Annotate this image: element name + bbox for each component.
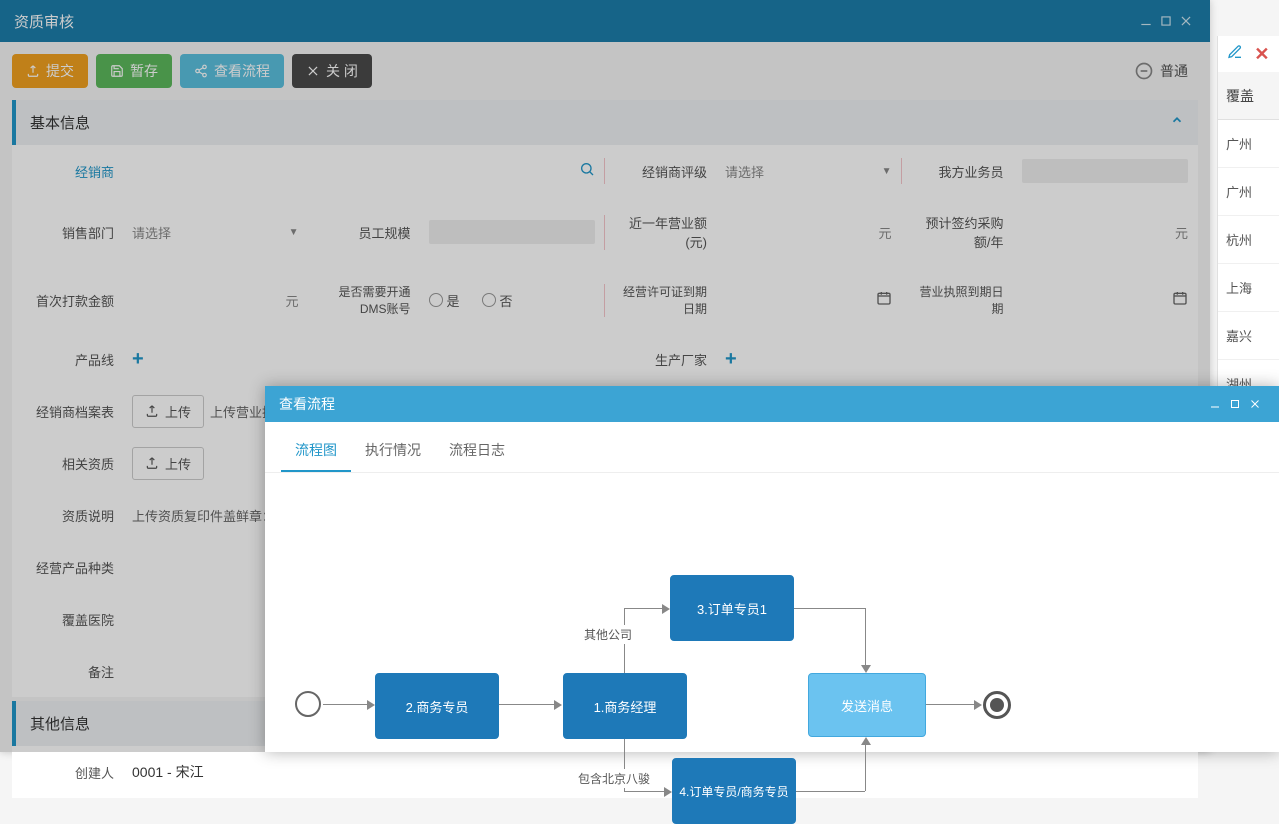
- tab-execution[interactable]: 执行情况: [351, 430, 435, 472]
- delete-icon[interactable]: ✕: [1254, 44, 1269, 65]
- flow-canvas: 2.商务专员 1.商务经理 3.订单专员1 4.订单专员/商务专员 发送消息 其…: [265, 473, 1279, 753]
- flow-dialog-titlebar: 查看流程: [265, 386, 1279, 422]
- flow-node-send-msg[interactable]: 发送消息: [808, 673, 926, 737]
- edge-label-bj: 包含北京八骏: [575, 769, 653, 788]
- tab-log[interactable]: 流程日志: [435, 430, 519, 472]
- minimize-icon[interactable]: [1205, 398, 1225, 410]
- flow-end-node: [983, 691, 1011, 719]
- flow-node-order-biz[interactable]: 4.订单专员/商务专员: [672, 758, 796, 824]
- right-col-cell[interactable]: 广州: [1218, 168, 1279, 216]
- right-col-cell[interactable]: 广州: [1218, 120, 1279, 168]
- right-col-cell[interactable]: 上海: [1218, 264, 1279, 312]
- edit-icon[interactable]: [1227, 44, 1243, 65]
- close-icon[interactable]: [1245, 398, 1265, 410]
- flow-tabs: 流程图 执行情况 流程日志: [265, 430, 1279, 473]
- flow-dialog: 查看流程 流程图 执行情况 流程日志 2.商务专员 1.商务经理 3.订单专员1…: [265, 386, 1279, 752]
- right-col-header: 覆盖: [1218, 72, 1279, 120]
- flow-node-order1[interactable]: 3.订单专员1: [670, 575, 794, 641]
- flow-dialog-title: 查看流程: [279, 394, 1205, 414]
- flow-node-biz-manager[interactable]: 1.商务经理: [563, 673, 687, 739]
- right-col-cell[interactable]: 嘉兴: [1218, 312, 1279, 360]
- creator-value: 0001 - 宋江: [132, 762, 204, 782]
- flow-node-biz-specialist[interactable]: 2.商务专员: [375, 673, 499, 739]
- right-col-cell[interactable]: 杭州: [1218, 216, 1279, 264]
- flow-start-node: [295, 691, 321, 717]
- label-creator: 创建人: [12, 746, 122, 798]
- tab-flowchart[interactable]: 流程图: [281, 430, 351, 472]
- edge-label-other: 其他公司: [581, 625, 635, 644]
- maximize-icon[interactable]: [1225, 398, 1245, 410]
